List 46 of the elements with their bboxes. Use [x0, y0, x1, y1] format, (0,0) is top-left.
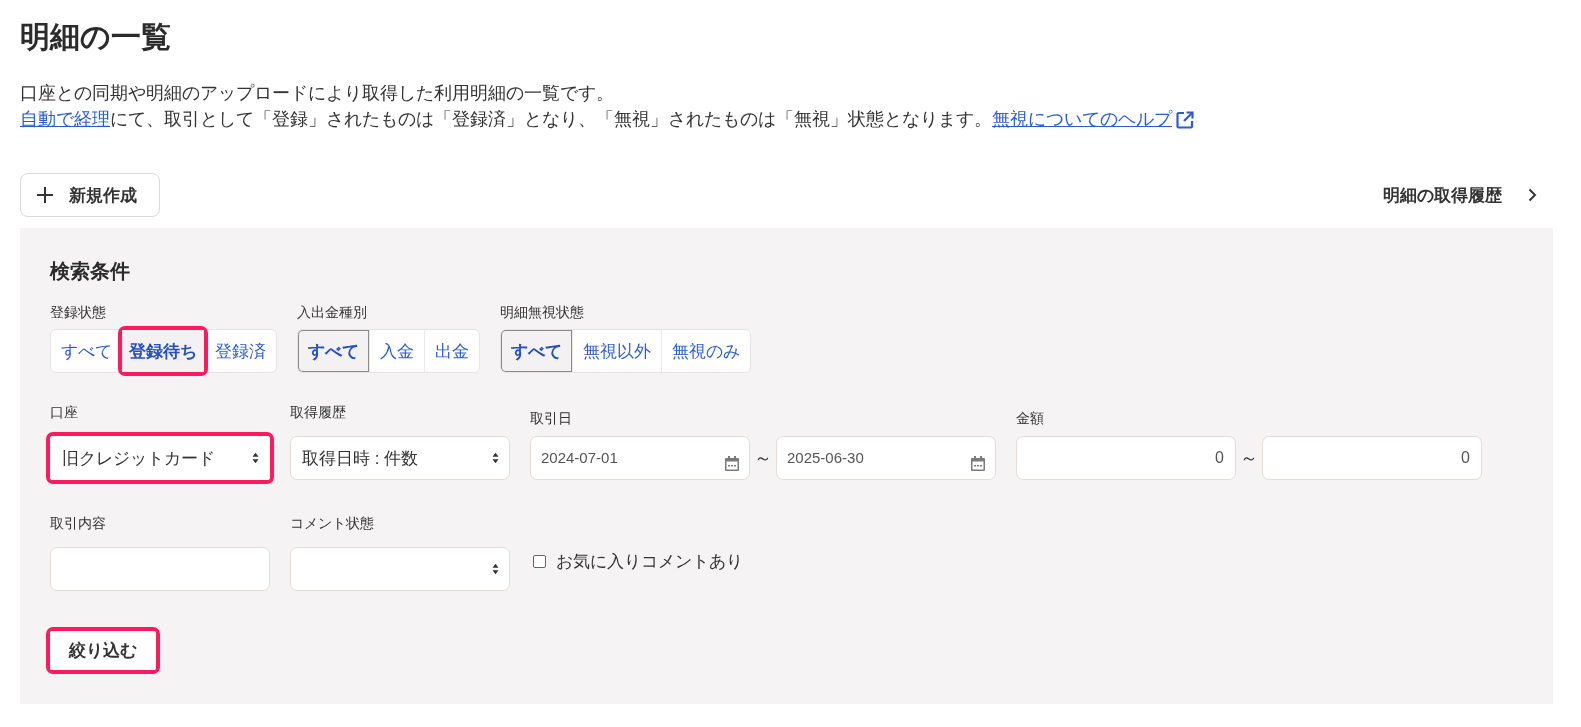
sort-arrows-icon	[492, 563, 499, 575]
field-label: 取引日	[530, 409, 573, 428]
field-label: 取引内容	[50, 514, 107, 533]
amount-field[interactable]: 0	[1016, 436, 1236, 480]
toggle-option[interactable]: 無視のみ	[661, 330, 750, 372]
toggle-option[interactable]: すべて	[298, 330, 369, 372]
field-label: 明細無視状態	[500, 303, 584, 322]
amount-field[interactable]: 0	[1262, 436, 1482, 480]
input-field[interactable]	[50, 547, 270, 591]
new-button[interactable]: 新規作成	[20, 173, 160, 217]
sort-arrows-icon	[252, 452, 259, 464]
history-link[interactable]: 明細の取得履歴	[1383, 183, 1553, 207]
date-field[interactable]: 2025-06-30	[776, 436, 996, 480]
filter-button[interactable]: 絞り込む	[50, 631, 156, 670]
field-label: コメント状態	[290, 514, 375, 533]
calendar-icon	[971, 456, 985, 471]
checkbox-label[interactable]: お気に入りコメントあり	[556, 550, 743, 573]
toggle-option[interactable]: 登録待ち	[122, 330, 204, 372]
field-label: 登録状態	[50, 303, 106, 322]
field-label: 入出金種別	[297, 303, 367, 322]
toggle-option[interactable]: 登録済	[204, 330, 276, 372]
field-label: 金額	[1016, 409, 1045, 428]
calendar-icon	[725, 456, 739, 471]
range-separator: ～	[753, 447, 773, 470]
toggle-option[interactable]: 出金	[424, 330, 479, 372]
text-link[interactable]: 自動で経理	[20, 109, 110, 129]
section-heading: 検索条件	[50, 259, 131, 284]
chevron-right-icon	[1528, 188, 1537, 202]
date-field[interactable]: 2024-07-01	[530, 436, 750, 480]
toggle-option[interactable]: 無視以外	[572, 330, 661, 372]
dropdown[interactable]: 旧クレジットカード	[50, 436, 270, 480]
range-separator: ～	[1239, 447, 1259, 470]
checkbox[interactable]	[533, 555, 546, 568]
toggle-option[interactable]: すべて	[501, 330, 572, 372]
page-title: 明細の一覧	[20, 19, 172, 55]
text-link[interactable]: 無視についてのヘルプ	[992, 109, 1195, 129]
dropdown[interactable]	[290, 547, 510, 591]
toggle-option[interactable]: すべて	[51, 330, 122, 372]
field-label: 取得履歴	[290, 403, 347, 422]
sort-arrows-icon	[492, 452, 499, 464]
dropdown[interactable]: 取得日時 : 件数	[290, 436, 510, 480]
field-label: 口座	[50, 403, 79, 422]
plus-icon	[37, 187, 53, 203]
description-text: 口座との同期や明細のアップロードにより取得した利用明細の一覧です。	[20, 82, 615, 105]
description-text: 自動で経理にて、取引として「登録」されたものは「登録済」となり、「無視」されたものは「無視」状態となります。無視についてのヘルプ	[20, 106, 1553, 132]
toggle-option[interactable]: 入金	[369, 330, 424, 372]
